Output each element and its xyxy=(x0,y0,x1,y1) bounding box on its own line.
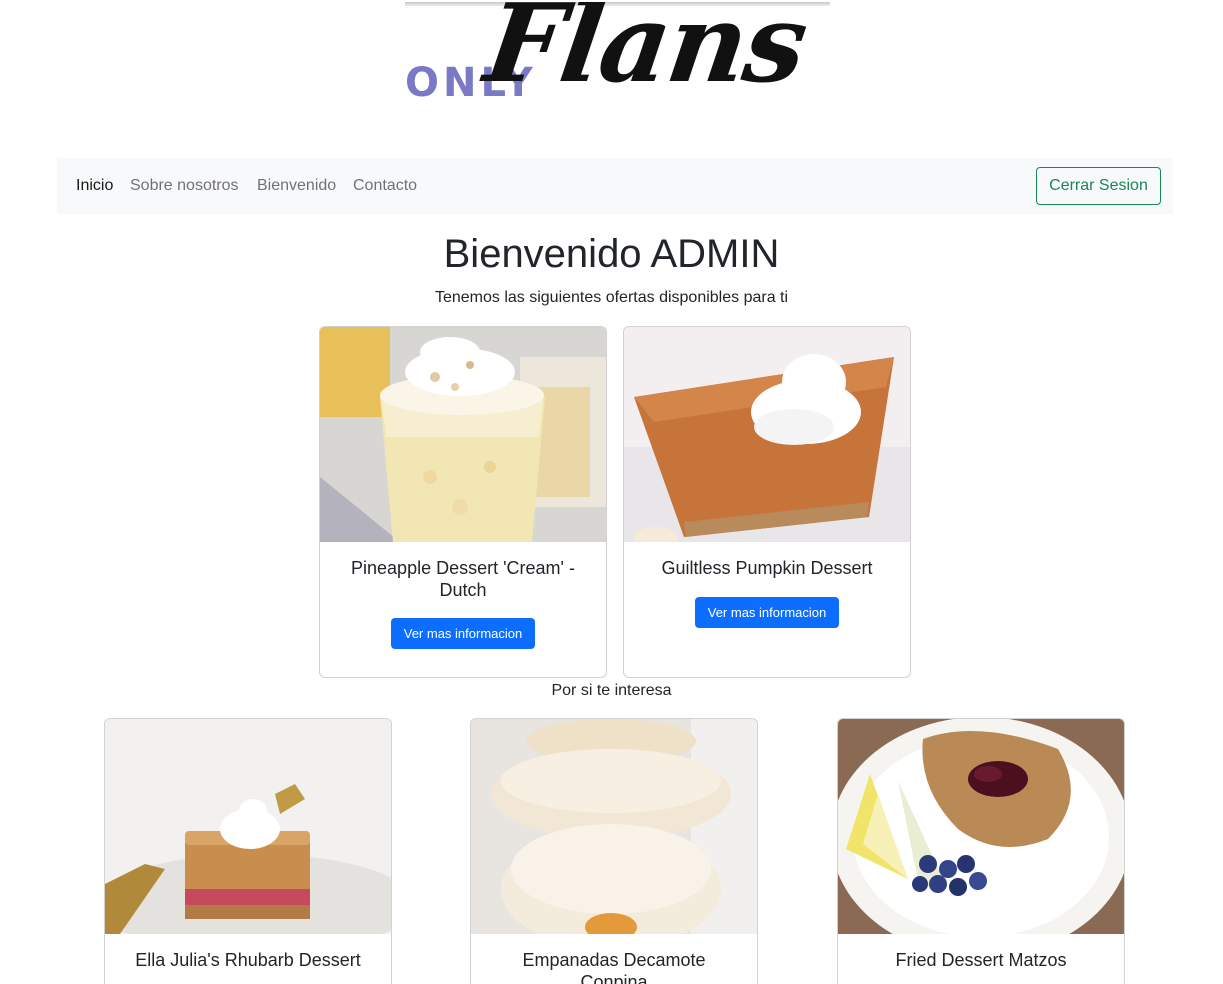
dessert-image xyxy=(838,719,1124,934)
suggestion-card: Fried Dessert Matzos xyxy=(837,718,1125,984)
more-info-button[interactable]: Ver mas informacion xyxy=(694,596,840,628)
section-heading: Por si te interesa xyxy=(551,682,672,699)
card-body: Guiltless Pumpkin Dessert Ver mas inform… xyxy=(624,542,910,644)
suggestion-card: Empanadas Decamote Conpina xyxy=(470,718,758,984)
page-title: Bienvenido ADMIN xyxy=(443,232,780,276)
nav-link-inicio[interactable]: Inicio xyxy=(76,177,113,195)
card-title: Ella Julia's Rhubarb Dessert xyxy=(135,950,361,970)
card-body: Ella Julia's Rhubarb Dessert xyxy=(105,934,391,984)
card-body: Pineapple Dessert 'Cream' - Dutch Ver ma… xyxy=(320,542,606,665)
nav-link-bienvenido[interactable]: Bienvenido xyxy=(257,177,336,195)
page-subtitle: Tenemos las siguientes ofertas disponibl… xyxy=(434,289,789,306)
navbar: Inicio Sobre nosotros Bienvenido Contact… xyxy=(57,158,1173,214)
brand-logo: ONLY Flans xyxy=(405,2,830,120)
card-body: Empanadas Decamote Conpina xyxy=(471,934,757,984)
dessert-image xyxy=(471,719,757,934)
more-info-button[interactable]: Ver mas informacion xyxy=(390,618,536,650)
card-body: Fried Dessert Matzos xyxy=(838,934,1124,984)
dessert-image xyxy=(320,327,606,542)
card-title: Empanadas Decamote Conpina xyxy=(522,950,706,984)
offer-card: Pineapple Dessert 'Cream' - Dutch Ver ma… xyxy=(319,326,607,678)
card-title: Guiltless Pumpkin Dessert xyxy=(661,558,873,578)
card-title: Fried Dessert Matzos xyxy=(895,950,1067,970)
dessert-image xyxy=(105,719,391,934)
logo-name: Flans xyxy=(478,2,813,107)
nav-link-contacto[interactable]: Contacto xyxy=(353,177,417,195)
card-title: Pineapple Dessert 'Cream' - Dutch xyxy=(351,558,575,600)
logout-button[interactable]: Cerrar Sesion xyxy=(1036,167,1161,205)
suggestion-card: Ella Julia's Rhubarb Dessert xyxy=(104,718,392,984)
offer-card: Guiltless Pumpkin Dessert Ver mas inform… xyxy=(623,326,911,678)
dessert-image xyxy=(624,327,910,542)
nav-link-sobre-nosotros[interactable]: Sobre nosotros xyxy=(130,177,239,195)
